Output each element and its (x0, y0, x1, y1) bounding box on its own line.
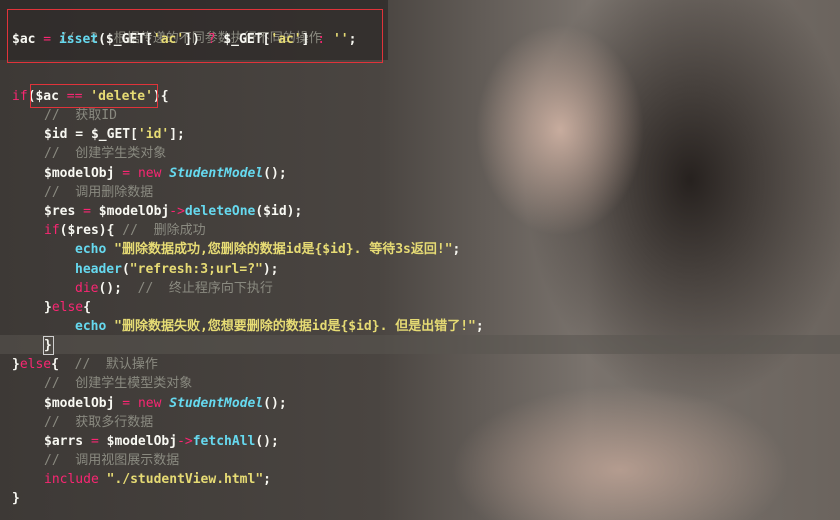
code-text: (); (255, 434, 279, 449)
code-text: } (12, 491, 20, 506)
code-text: (); (98, 281, 138, 296)
code-line-13: header("refresh:3;url=?"); (75, 260, 279, 279)
string-literal: "refresh:3;url=?" (129, 262, 263, 277)
keyword: echo (75, 319, 107, 334)
function-name: header (75, 262, 122, 277)
comment: // 创建学生模型类对象 (44, 376, 193, 391)
string-literal: "./studentView.html" (106, 472, 264, 487)
class-name: StudentModel (169, 396, 264, 411)
code-line-25: } (12, 489, 20, 508)
highlight-box-condition (30, 84, 158, 108)
comment: // 调用删除数据 (44, 185, 154, 200)
arrow-operator: -> (177, 434, 193, 449)
code-line-20: $modelObj = new StudentModel(); (44, 394, 287, 413)
code-text: ($id); (255, 204, 303, 219)
highlight-box-isset (7, 9, 383, 63)
code-line-18: }else{ // 默认操作 (12, 355, 158, 374)
code-line-24: include "./studentView.html"; (44, 470, 271, 489)
code-text: ; (475, 319, 484, 334)
comment: // 调用视图展示数据 (44, 453, 180, 468)
operator: = (75, 204, 99, 219)
code-text: { (51, 357, 75, 372)
code-line-7: // 创建学生类对象 (44, 144, 166, 163)
variable: $modelObj (44, 396, 115, 411)
comment: // 终止程序向下执行 (137, 281, 273, 296)
keyword: die (75, 281, 99, 296)
code-text: ]; (169, 127, 185, 142)
class-name: StudentModel (169, 166, 264, 181)
code-text: ($res){ (59, 223, 123, 238)
keyword: new (137, 166, 162, 181)
code-text: ; (263, 472, 271, 487)
keyword: include (44, 472, 99, 487)
code-text: { (83, 300, 91, 315)
comment: // 默认操作 (74, 357, 158, 372)
code-line-23: // 调用视图展示数据 (44, 451, 179, 470)
keyword: if (12, 89, 28, 104)
string-literal: "删除数据失败,您想要删除的数据id是{$id}. 但是出错了!" (114, 319, 476, 334)
operator: = (83, 434, 107, 449)
variable: $modelObj (44, 166, 115, 181)
code-line-11: if($res){ // 删除成功 (44, 221, 206, 240)
operator: = (114, 396, 138, 411)
code-editor[interactable]: // 2. 根据传递的不同参数执行不同的操作 $ac = isset($_GET… (0, 0, 840, 520)
code-line-12: echo "删除数据成功,您删除的数据id是{$id}. 等待3s返回!"; (75, 240, 460, 259)
operator: = (114, 166, 138, 181)
code-line-19: // 创建学生模型类对象 (44, 374, 192, 393)
keyword: else (51, 300, 84, 315)
code-text: $id = $_GET[ (44, 127, 138, 142)
keyword: if (44, 223, 60, 238)
comment: // 获取ID (44, 108, 117, 123)
comment: // 获取多行数据 (44, 415, 154, 430)
string-literal: 'id' (137, 127, 170, 142)
code-text: ); (262, 262, 279, 277)
code-line-10: $res = $modelObj->deleteOne($id); (44, 202, 302, 221)
code-line-21: // 获取多行数据 (44, 413, 153, 432)
keyword: else (19, 357, 52, 372)
code-line-15: }else{ (44, 298, 91, 317)
code-line-14: die(); // 终止程序向下执行 (75, 279, 273, 298)
comment: // 创建学生类对象 (44, 146, 167, 161)
variable: $modelObj (106, 434, 178, 449)
keyword: new (137, 396, 162, 411)
code-text: ( (121, 262, 130, 277)
bracket-match-cursor (43, 336, 54, 355)
method-name: deleteOne (184, 204, 256, 219)
code-text: (); (263, 166, 287, 181)
code-line-8: $modelObj = new StudentModel(); (44, 164, 287, 183)
method-name: fetchAll (192, 434, 256, 449)
code-area[interactable]: // 2. 根据传递的不同参数执行不同的操作 $ac = isset($_GET… (0, 0, 840, 520)
code-text: } (44, 300, 52, 315)
code-text: } (12, 357, 20, 372)
string-literal: "删除数据成功,您删除的数据id是{$id}. 等待3s返回!" (114, 242, 453, 257)
keyword: echo (75, 242, 107, 257)
variable: $res (44, 204, 76, 219)
code-line-5: // 获取ID (44, 106, 117, 125)
code-line-9: // 调用删除数据 (44, 183, 153, 202)
code-text: (); (263, 396, 287, 411)
variable: $arrs (44, 434, 84, 449)
code-line-6: $id = $_GET['id']; (44, 125, 185, 144)
comment: // 删除成功 (122, 223, 206, 238)
code-line-22: $arrs = $modelObj->fetchAll(); (44, 432, 279, 451)
variable: $modelObj (98, 204, 170, 219)
arrow-operator: -> (169, 204, 185, 219)
code-text: ; (452, 242, 461, 257)
code-line-16: echo "删除数据失败,您想要删除的数据id是{$id}. 但是出错了!"; (75, 317, 484, 336)
